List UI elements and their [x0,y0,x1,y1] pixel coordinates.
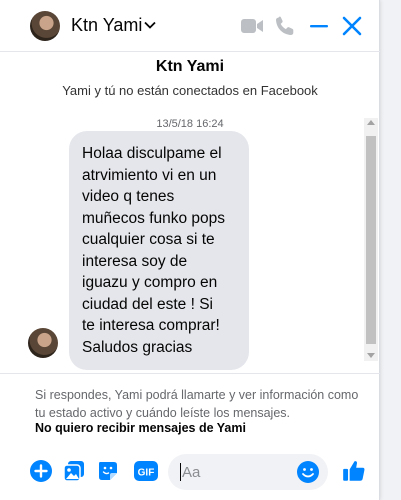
like-icon[interactable] [341,458,367,484]
gif-label: GIF [138,468,155,479]
reply-notice: Si respondes, Yami podrá llamarte y ver … [35,388,359,420]
chat-header: Ktn Yami [0,0,380,52]
message-timestamp: 13/5/18 16:24 [156,118,224,130]
conversation-title: Ktn Yami [155,58,225,75]
divider [0,373,380,374]
scrollbar[interactable] [364,118,378,361]
emoji-icon[interactable] [296,460,320,484]
sticker-icon[interactable] [96,459,120,483]
block-messages-link[interactable]: No quiero recibir mensajes de Yami [35,421,246,435]
minimize-icon[interactable] [307,14,331,38]
connection-status: Yami y tú no están conectados en Faceboo… [62,83,318,98]
chevron-down-icon[interactable] [143,18,157,32]
scroll-down-arrow-icon[interactable] [367,353,375,358]
chat-window: Ktn Yami Ktn Yami Yami y tú no están con… [0,0,380,500]
contact-avatar[interactable] [30,11,60,41]
message-bubble[interactable]: Holaa disculpame el atrvimiento vi en un… [69,131,249,370]
contact-name[interactable]: Ktn Yami [71,15,142,36]
text-caret [180,463,181,481]
sender-avatar[interactable] [28,328,58,358]
message-input[interactable]: Aa [168,454,328,490]
message-composer: GIF Aa [0,445,380,500]
video-call-icon[interactable] [240,14,264,38]
photo-icon[interactable] [62,459,86,483]
close-icon[interactable] [340,14,364,38]
scroll-thumb[interactable] [366,136,376,344]
gif-icon[interactable]: GIF [133,459,159,483]
scroll-up-arrow-icon[interactable] [367,120,375,125]
phone-call-icon[interactable] [273,14,297,38]
message-placeholder: Aa [182,464,201,481]
add-icon[interactable] [29,459,53,483]
